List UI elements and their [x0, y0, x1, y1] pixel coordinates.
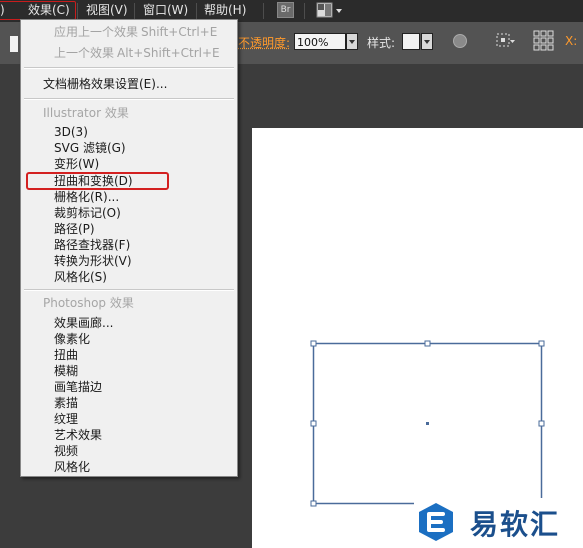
menu-item-rasterize[interactable]: 栅格化(R)...: [21, 189, 237, 205]
selection-handle: [310, 340, 317, 347]
logo-icon: [419, 503, 453, 541]
menu-item-stylize[interactable]: 风格化(S): [21, 269, 237, 285]
menu-item-effect-gallery[interactable]: 效果画廊...: [21, 315, 237, 331]
menu-item-blur[interactable]: 模糊: [21, 363, 237, 379]
selected-rectangle[interactable]: [252, 128, 583, 548]
opacity-label[interactable]: 不透明度:: [238, 34, 290, 51]
logo-text: 易软汇: [470, 508, 561, 541]
selection-handle: [538, 340, 545, 347]
menu-item-document-raster-settings[interactable]: 文档栅格效果设置(E)...: [21, 76, 237, 92]
recolor-artwork-icon[interactable]: [453, 34, 467, 48]
menu-item-pixelate[interactable]: 像素化: [21, 331, 237, 347]
selection-handle: [424, 340, 431, 347]
style-label: 样式:: [367, 36, 396, 50]
menu-divider: [304, 3, 305, 19]
menu-item-apply-last-effect: 应用上一个效果 Shift+Ctrl+E: [54, 25, 218, 39]
align-options-icon[interactable]: [496, 32, 516, 50]
fill-swatch[interactable]: [10, 36, 18, 52]
style-swatch[interactable]: [402, 33, 420, 50]
menu-divider: [134, 3, 135, 19]
selection-handle: [310, 500, 317, 507]
menu-item-last-effect: 上一个效果 Alt+Shift+Ctrl+E: [54, 46, 220, 60]
menu-item-crop-marks[interactable]: 裁剪标记(O): [21, 205, 237, 221]
menu-item-convert-to-shape[interactable]: 转换为形状(V): [21, 253, 237, 269]
selection-handle: [310, 420, 317, 427]
photoshop-effects-header: Photoshop 效果: [43, 296, 134, 310]
menu-item-3d[interactable]: 3D(3): [21, 124, 237, 140]
style-dropdown-button[interactable]: [421, 33, 433, 50]
menu-item-video[interactable]: 视频: [21, 443, 237, 459]
opacity-dropdown-button[interactable]: [346, 33, 358, 50]
menu-item-pathfinder[interactable]: 路径查找器(F): [21, 237, 237, 253]
bridge-icon[interactable]: Br: [277, 2, 294, 18]
menu-item-stylize-ps[interactable]: 风格化: [21, 459, 237, 475]
menu-item-path[interactable]: 路径(P): [21, 221, 237, 237]
distort-transform-highlight: [26, 172, 169, 190]
illustrator-effects-header: Illustrator 效果: [43, 106, 129, 120]
menu-item-warp[interactable]: 变形(W): [21, 156, 237, 172]
workspace-switcher-icon[interactable]: [316, 2, 344, 19]
menu-item-brush-strokes[interactable]: 画笔描边: [21, 379, 237, 395]
menu-item-artistic[interactable]: 艺术效果: [21, 427, 237, 443]
menu-item-distort[interactable]: 扭曲: [21, 347, 237, 363]
menu-item-svg-filters[interactable]: SVG 滤镜(G): [21, 140, 237, 156]
menu-divider: [263, 3, 264, 19]
menu-item-texture[interactable]: 纹理: [21, 411, 237, 427]
menu-separator: [24, 98, 234, 100]
menu-separator: [24, 67, 234, 69]
menu-separator: [24, 289, 234, 291]
effect-dropdown-menu: 应用上一个效果 Shift+Ctrl+E 上一个效果 Alt+Shift+Ctr…: [20, 19, 238, 477]
x-coordinate-label[interactable]: X:: [565, 34, 577, 48]
watermark-logo: 易软汇: [414, 498, 583, 548]
opacity-input[interactable]: 100%: [294, 33, 346, 50]
transform-grid-icon[interactable]: [533, 30, 555, 52]
menu-item-sketch[interactable]: 素描: [21, 395, 237, 411]
menu-divider: [77, 3, 78, 19]
menu-divider: [196, 3, 197, 19]
selection-handle: [538, 420, 545, 427]
effect-menu-highlight: [0, 1, 76, 20]
center-point: [426, 422, 429, 425]
